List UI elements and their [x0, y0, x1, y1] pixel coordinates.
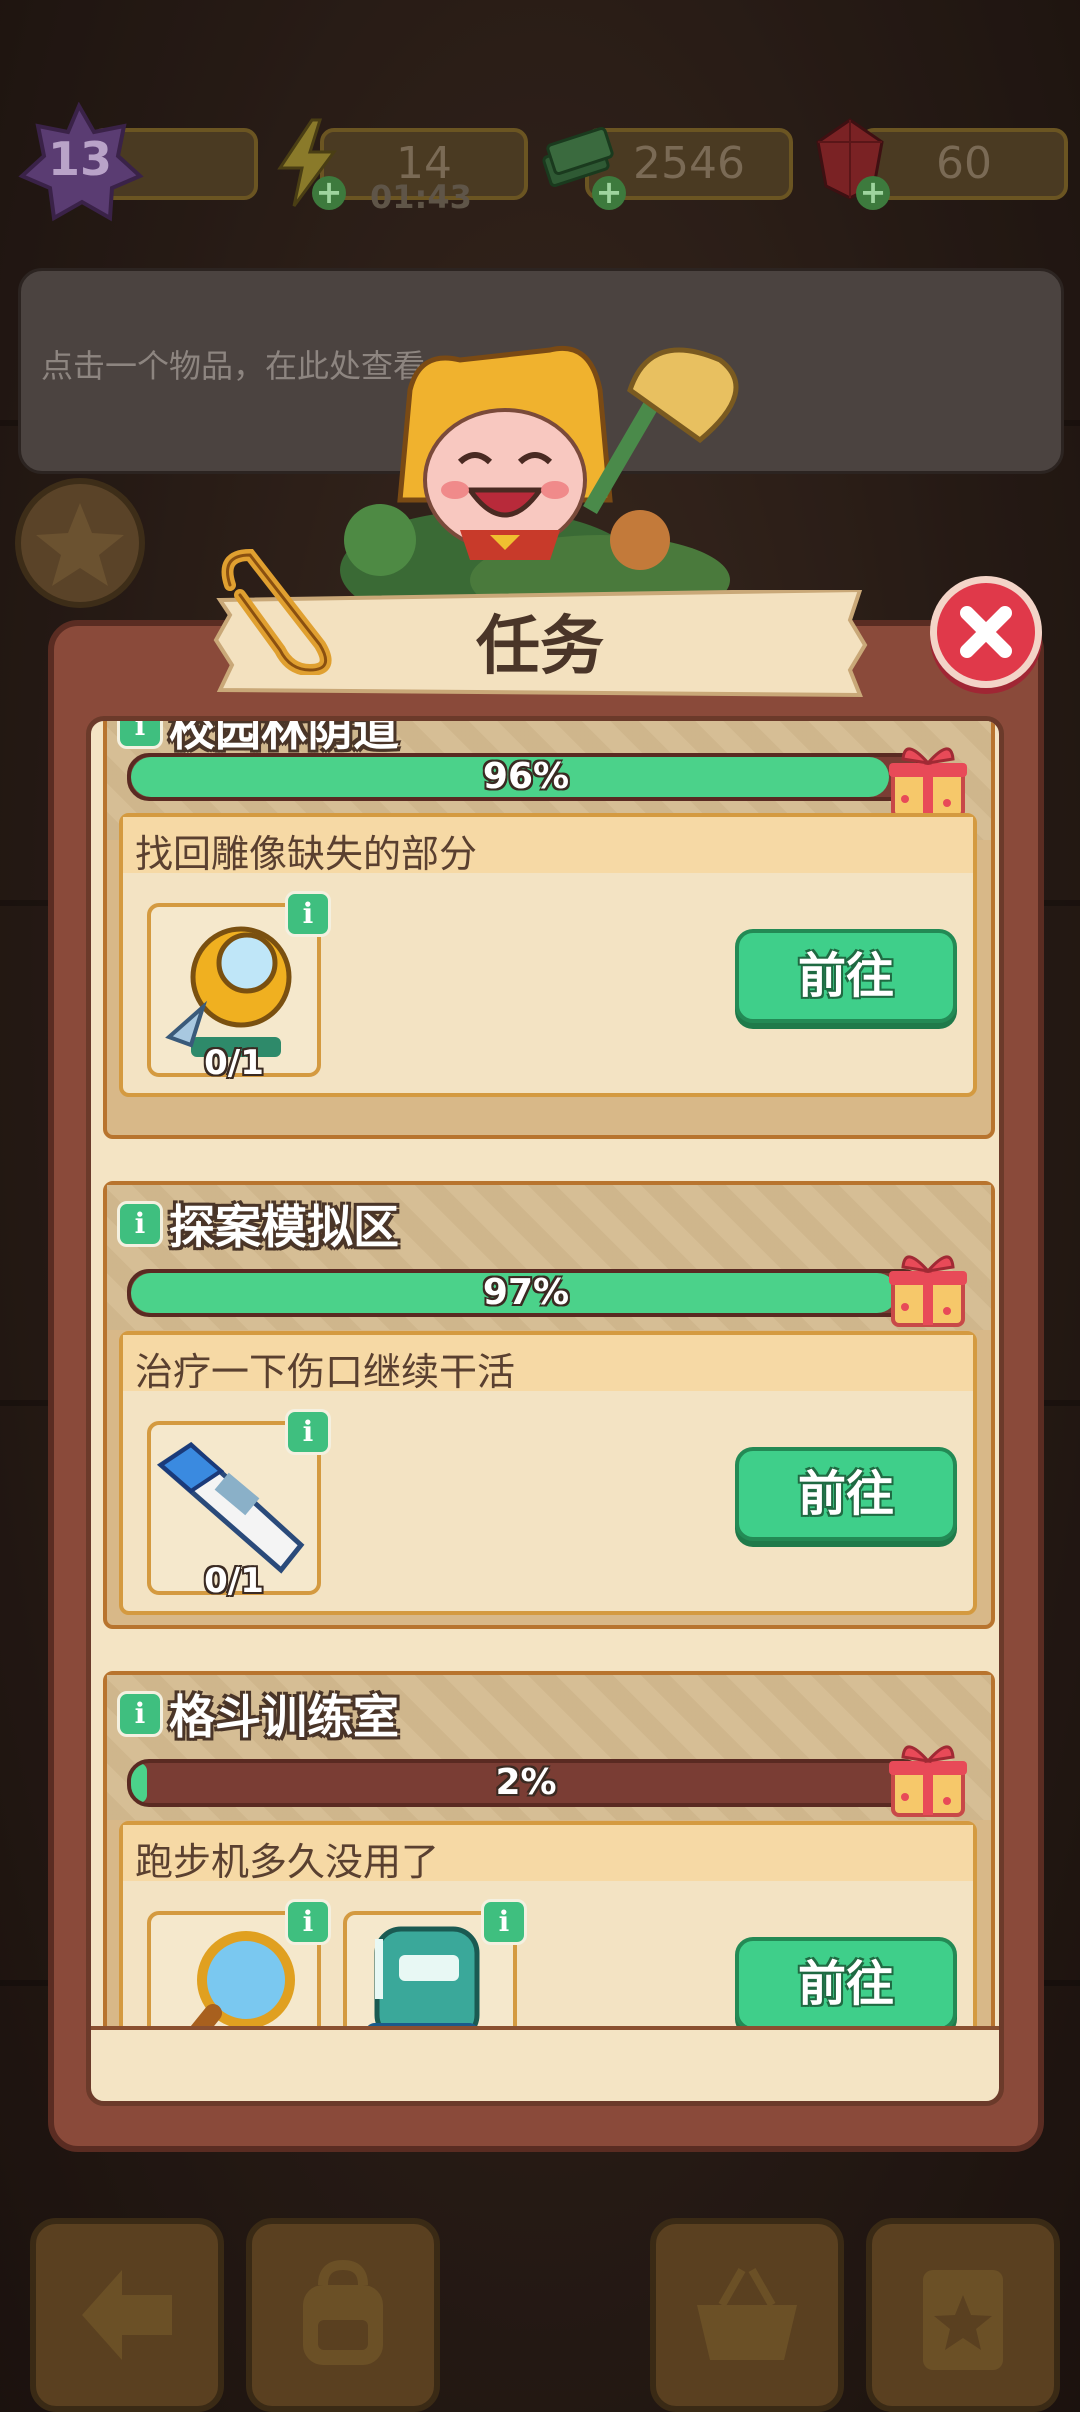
clipboard-star-icon: [923, 2270, 1003, 2370]
item-info-icon[interactable]: i: [481, 1899, 527, 1945]
gift-reward-icon[interactable]: [885, 1735, 971, 1821]
task-progress-label: 2%: [495, 1762, 557, 1803]
subtask-title-bar: 治疗一下伤口继续干活: [123, 1335, 973, 1394]
task-card: i 校园林荫道 96% 找回雕像缺失的部分 0/1 i 前往: [103, 721, 995, 1139]
item-info-icon[interactable]: i: [285, 891, 331, 937]
task-panel-body: i 校园林荫道 96% 找回雕像缺失的部分 0/1 i 前往 i 探案模拟区 9…: [86, 716, 1004, 2106]
go-button[interactable]: 前往: [735, 1937, 957, 2026]
gift-reward-icon[interactable]: [885, 1245, 971, 1331]
subtask-box: 治疗一下伤口继续干活 0/1 i 前往: [119, 1331, 977, 1615]
basket-icon: [697, 2268, 797, 2360]
gift-reward-icon[interactable]: [885, 737, 971, 823]
task-progress-label: 97%: [482, 1272, 570, 1313]
subtask-title: 找回雕像缺失的部分: [135, 832, 478, 876]
task-card: i 格斗训练室 2% 跑步机多久没用了 i i 前往: [103, 1671, 995, 2026]
subtask-box: 找回雕像缺失的部分 0/1 i 前往: [119, 813, 977, 1097]
gems-pill: 60: [860, 128, 1068, 200]
item-count: 0/1: [204, 1561, 264, 1601]
gems-value: 60: [936, 138, 992, 189]
subtask-title: 治疗一下伤口继续干活: [135, 1350, 516, 1394]
task-card: i 探案模拟区 97% 治疗一下伤口继续干活 0/1 i 前往: [103, 1181, 995, 1629]
mascot-character-icon: [340, 345, 739, 610]
task-name: 格斗训练室: [169, 1690, 399, 1744]
back-arrow-icon: [82, 2270, 172, 2360]
task-info-icon[interactable]: i: [117, 1691, 163, 1737]
subtask-title-bar: 跑步机多久没用了: [123, 1825, 973, 1884]
go-button[interactable]: 前往: [735, 1447, 957, 1541]
item-info-icon[interactable]: i: [285, 1899, 331, 1945]
go-button[interactable]: 前往: [735, 929, 957, 1023]
close-icon: [960, 606, 1012, 658]
task-progress-bar: 2%: [127, 1759, 925, 1807]
task-name: 探案模拟区: [169, 1200, 399, 1254]
back-button[interactable]: [30, 2218, 224, 2412]
item-info-icon[interactable]: i: [285, 1409, 331, 1455]
task-progress-bar: 97%: [127, 1269, 925, 1317]
task-progress-label: 96%: [482, 756, 570, 797]
cash-add-button[interactable]: +: [592, 176, 626, 210]
subtask-box: 跑步机多久没用了 i i 前往: [119, 1821, 977, 2026]
level-value: 13: [47, 132, 112, 186]
task-info-icon[interactable]: i: [117, 1201, 163, 1247]
backpack-button[interactable]: [246, 2218, 440, 2412]
star-badge-icon[interactable]: [0, 478, 180, 608]
subtask-title: 跑步机多久没用了: [135, 1840, 440, 1884]
tasks-button[interactable]: [866, 2218, 1060, 2412]
energy-add-button[interactable]: +: [312, 176, 346, 210]
energy-timer: 01:43: [370, 178, 472, 216]
cash-value: 2546: [633, 138, 745, 189]
task-panel: i 校园林荫道 96% 找回雕像缺失的部分 0/1 i 前往 i 探案模拟区 9…: [48, 620, 1044, 2152]
item-count: 0/1: [204, 1043, 264, 1083]
task-info-icon[interactable]: i: [117, 721, 163, 749]
gems-add-button[interactable]: +: [856, 176, 890, 210]
close-button[interactable]: [930, 576, 1042, 688]
panel-title: 任务: [476, 610, 604, 684]
task-list[interactable]: i 校园林荫道 96% 找回雕像缺失的部分 0/1 i 前往 i 探案模拟区 9…: [91, 721, 999, 2030]
backpack-icon: [303, 2260, 383, 2365]
subtask-title-bar: 找回雕像缺失的部分: [123, 817, 973, 876]
shop-button[interactable]: [650, 2218, 844, 2412]
task-progress-bar: 96%: [127, 753, 925, 801]
